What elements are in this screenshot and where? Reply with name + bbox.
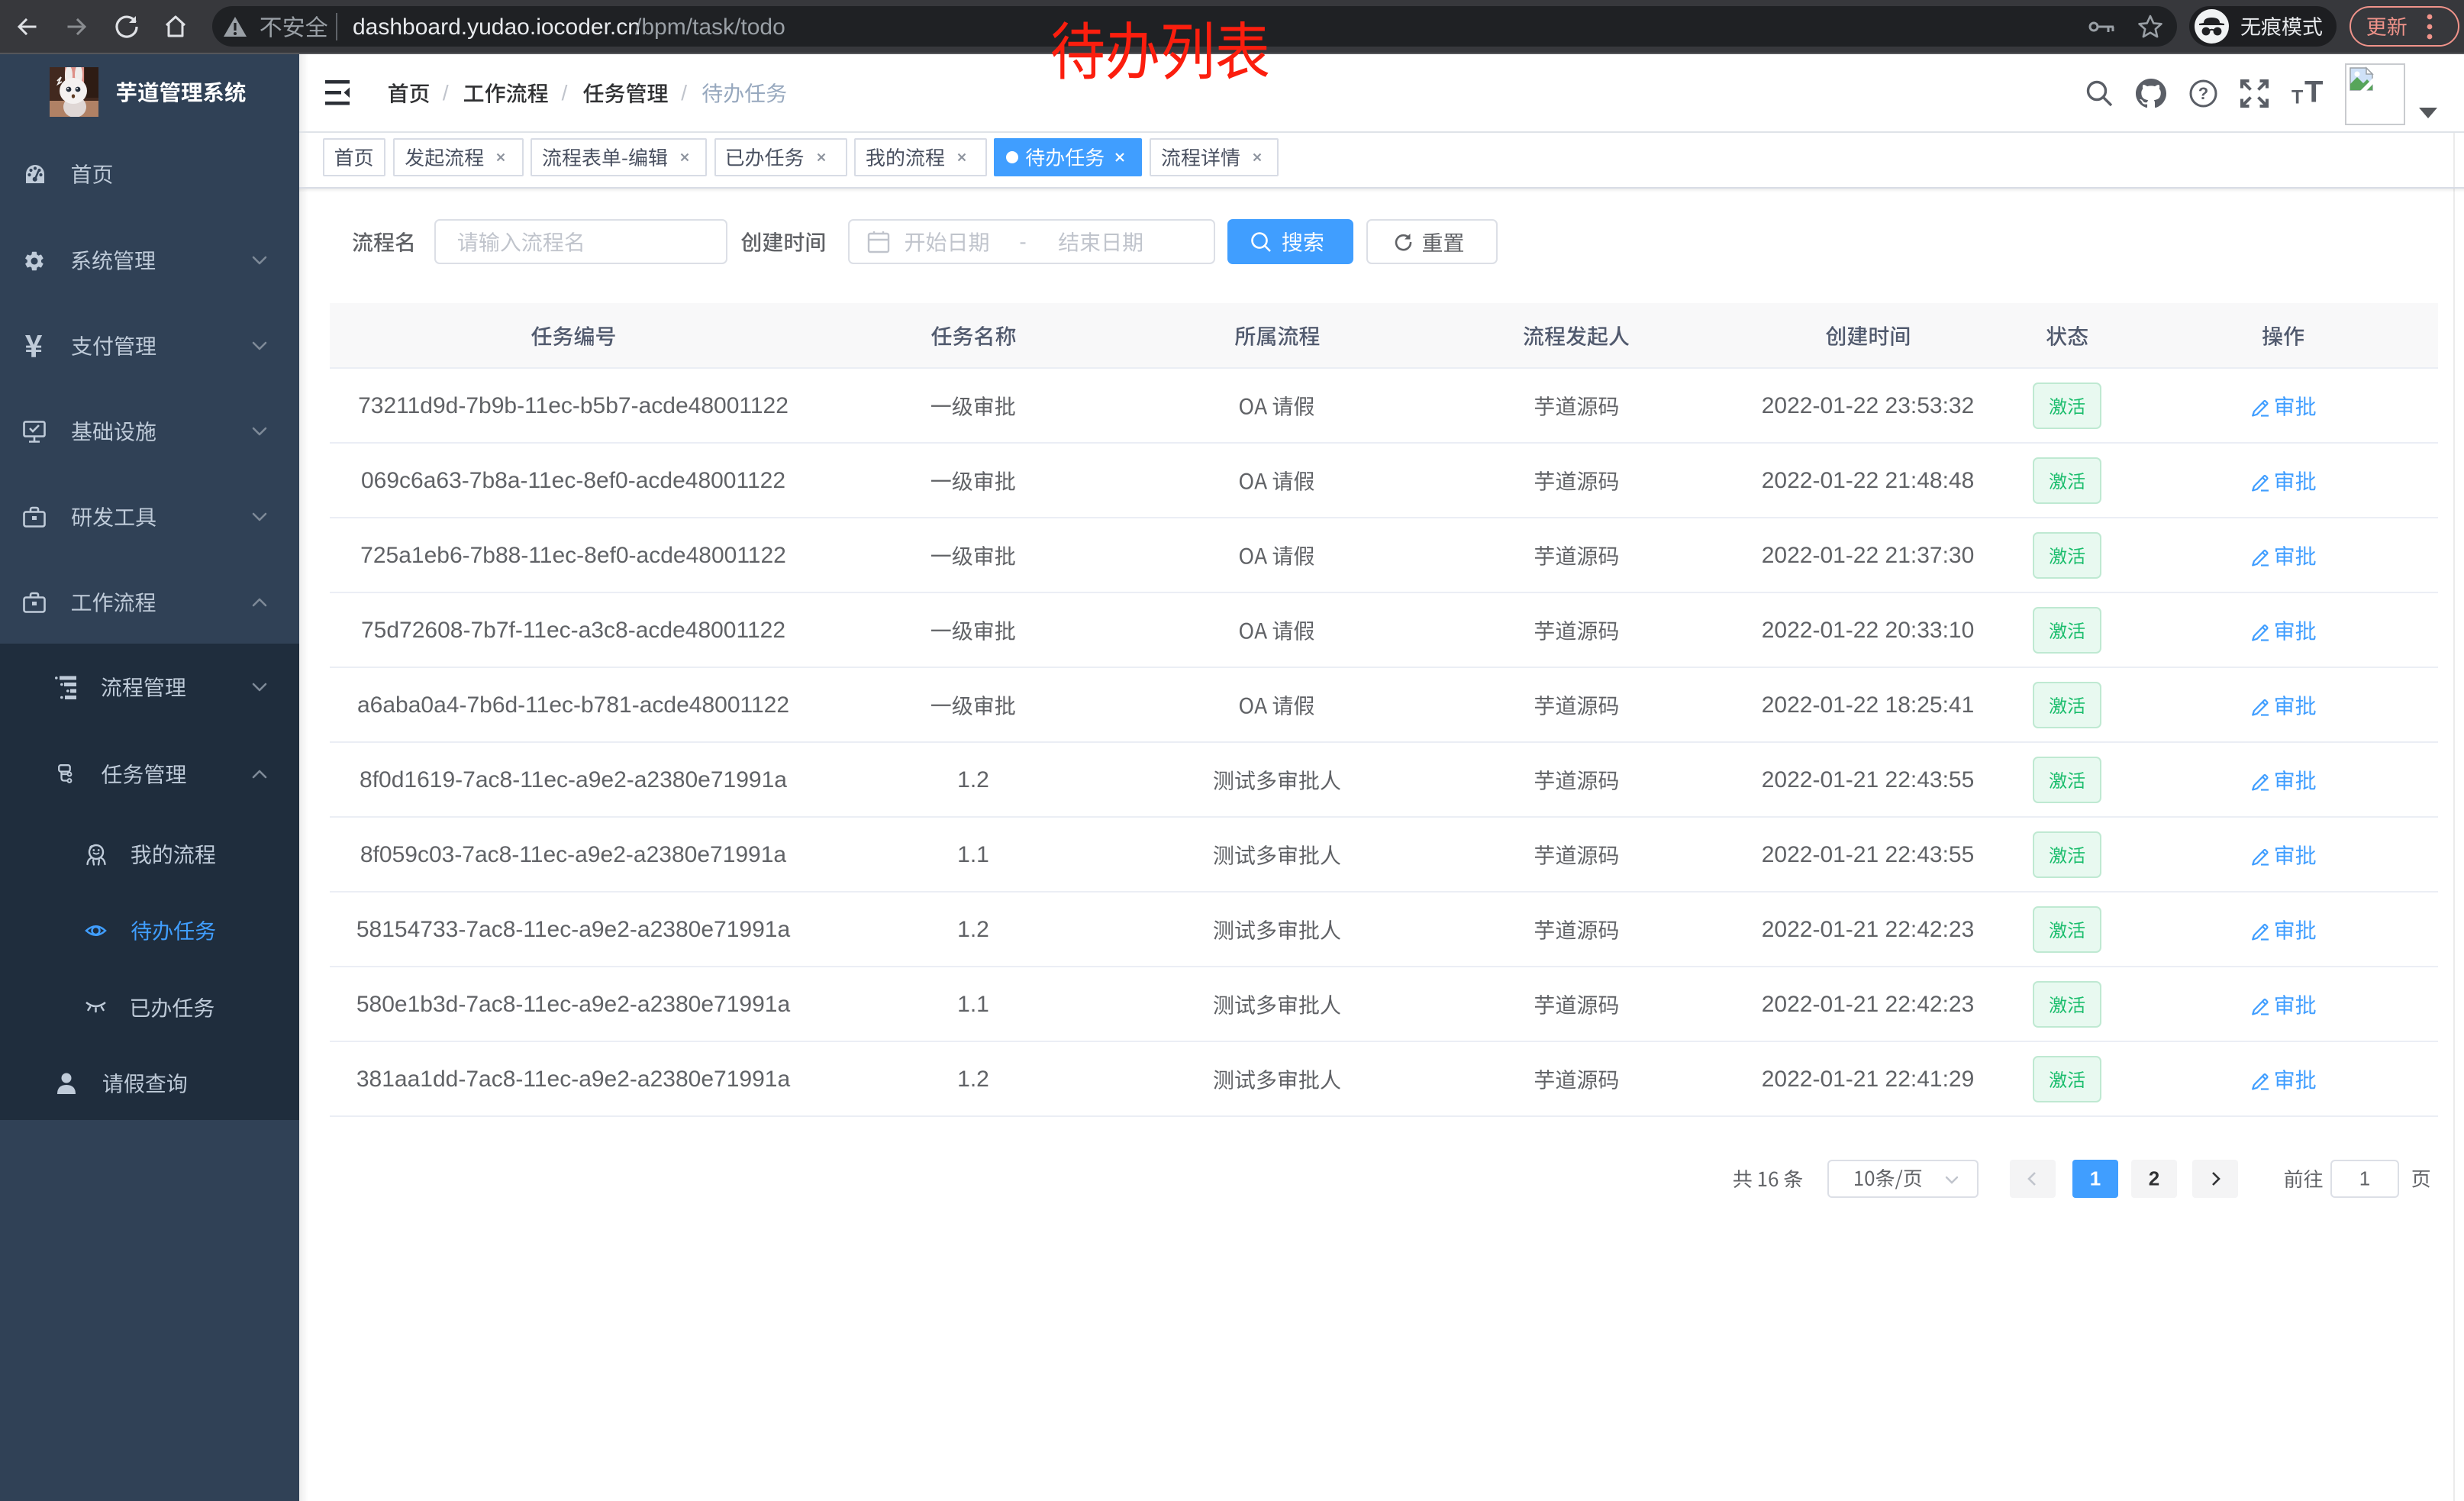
svg-text:?: ? [2198, 84, 2208, 103]
